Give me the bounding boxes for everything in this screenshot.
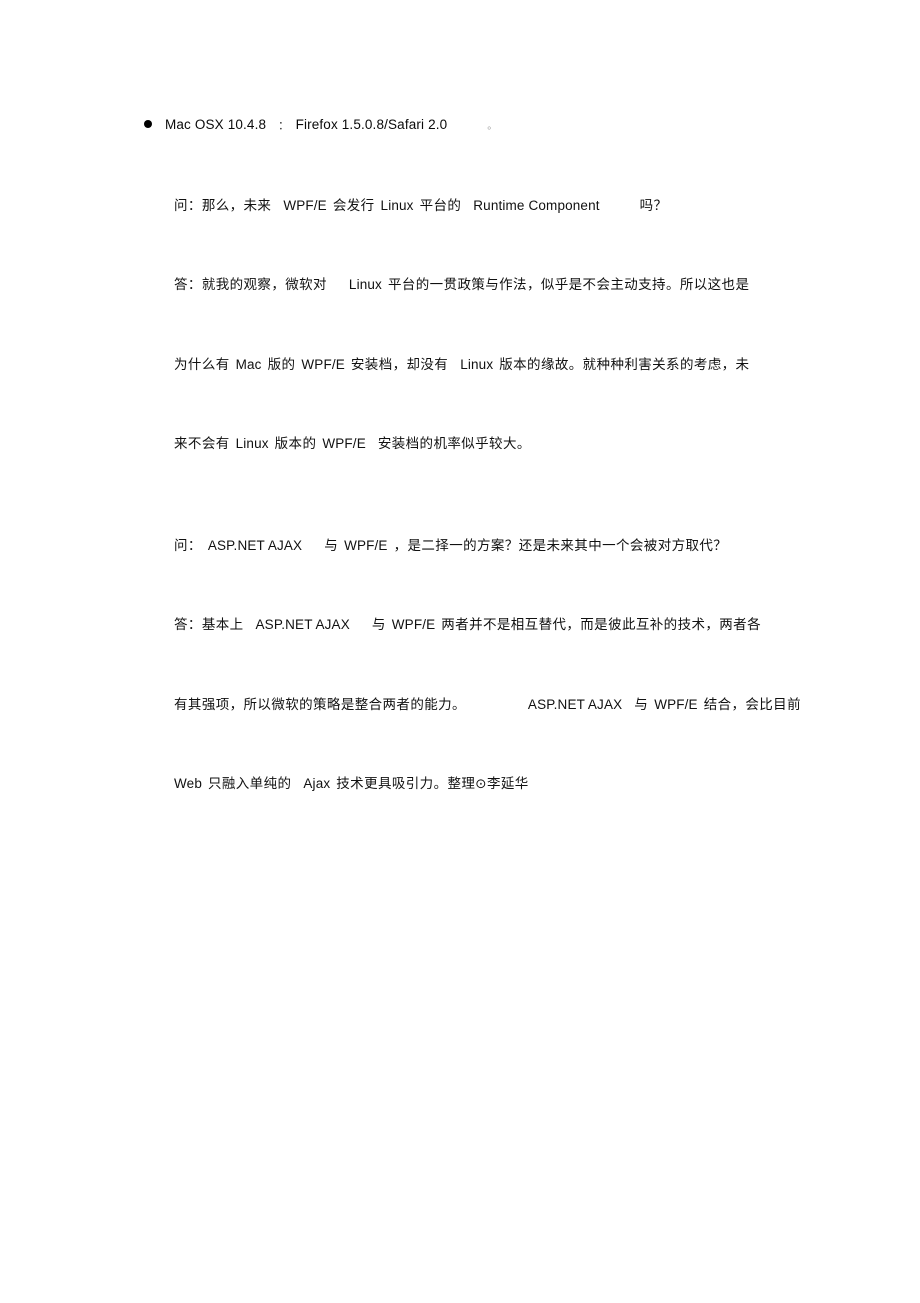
qa-block-2: 问： ASP.NET AJAX 与 WPF/E ，是二择一的方案？还是未来其中一个会被对… [144, 506, 801, 825]
answer-text-segment: 与 [371, 617, 386, 633]
answer-text-segment: 答：就我的观察，微软对 [174, 277, 327, 293]
answer-text-segment: 安装档，却没有 [350, 356, 449, 373]
term-wpfe: WPF/E [322, 436, 366, 451]
term-linux: Linux [235, 436, 269, 451]
qa-block-1: 问：那么，未来 WPF/E 会发行 Linux 平台的 Runtime Component… [144, 166, 784, 484]
answer-text-segment: 平台的一贯政策与作法，似乎是不会主动支持。所以这也是 [387, 277, 750, 293]
answer-line: 有其强项，所以微软的策略是整合两者的能力。 ASP.NET AJAX 与 WPF/E 结… [144, 665, 801, 745]
term-aspnet-ajax: ASP.NET AJAX [207, 537, 303, 553]
answer-text-segment: 与 [634, 696, 649, 713]
term-linux: Linux [460, 356, 494, 372]
answer-text-segment: 只融入单纯的 [207, 776, 292, 792]
answer-text-segment: 为什么有 [174, 356, 230, 373]
answer-text-segment: 有其强项，所以微软的策略是整合两者的能力。 [174, 696, 466, 713]
question-line: 问： ASP.NET AJAX 与 WPF/E ，是二择一的方案？还是未来其中一个会被对… [144, 506, 784, 586]
term-runtime-component: Runtime Component [473, 197, 600, 213]
answer-text-segment: 版的 [267, 356, 296, 373]
question-text-segment: 平台的 [419, 197, 462, 214]
answer-text-segment: 版本的 [274, 436, 317, 452]
bullet-disc-icon [144, 120, 152, 128]
question-text-segment: 会发行 [332, 197, 375, 214]
term-wpfe: WPF/E [301, 356, 345, 372]
term-mac: Mac [235, 356, 262, 372]
answer-line: 答：基本上 ASP.NET AJAX 与 WPF/E 两者并不是相互替代，而是彼此互补的… [144, 586, 784, 666]
term-linux: Linux [380, 197, 414, 213]
document-content: Mac OSX 10.4.8 ： Firefox 1.5.0.8/Safari … [144, 112, 801, 846]
answer-text-segment: 来不会有 [174, 436, 230, 452]
answer-attribution: 技术更具吸引力。整理⊙李延华 [336, 776, 529, 792]
question-prefix: 问： [174, 537, 202, 554]
bullet-browsers-text: Firefox 1.5.0.8/Safari 2.0 [295, 117, 448, 132]
question-text-segment: 那么，未来 [201, 197, 272, 214]
bullet-trailing-period: 。 [487, 121, 498, 132]
answer-text-segment: 两者并不是相互替代，而是彼此互补的技术，两者各 [441, 617, 761, 633]
term-wpfe: WPF/E [391, 617, 436, 632]
term-aspnet-ajax: ASP.NET AJAX [255, 617, 350, 632]
term-wpfe: WPF/E [654, 696, 698, 712]
document-page: Mac OSX 10.4.8 ： Firefox 1.5.0.8/Safari … [0, 0, 920, 1303]
answer-line: 为什么有 Mac 版的 WPF/E 安装档，却没有 Linux 版本的缘故。就种种利害关系的… [144, 325, 784, 405]
question-text-segment: 与 [324, 537, 339, 554]
term-web: Web [174, 776, 202, 791]
term-aspnet-ajax: ASP.NET AJAX [527, 696, 623, 712]
bullet-platform-text: Mac OSX 10.4.8 [165, 117, 267, 132]
question-line: 问：那么，未来 WPF/E 会发行 Linux 平台的 Runtime Component… [144, 166, 784, 246]
answer-line: 答：就我的观察，微软对 Linux 平台的一贯政策与作法，似乎是不会主动支持。所以这… [144, 246, 784, 326]
answer-line: 来不会有 Linux 版本的 WPF/E 安装档的机率似乎较大。 [144, 405, 784, 485]
term-wpfe: WPF/E [344, 537, 388, 553]
question-text-segment: 吗？ [639, 197, 668, 214]
answer-line: Web 只融入单纯的 Ajax 技术更具吸引力。整理⊙李延华 [144, 745, 784, 825]
answer-text-segment: 答：基本上 [174, 617, 244, 633]
term-wpfe: WPF/E [283, 197, 327, 213]
term-linux: Linux [348, 277, 382, 292]
answer-text-segment: 安装档的机率似乎较大。 [377, 436, 531, 452]
bullet-separator: ： [278, 119, 290, 132]
answer-text-segment: 结合，会比目前 [703, 696, 801, 713]
term-ajax: Ajax [303, 776, 331, 791]
answer-text-segment: 版本的缘故。就种种利害关系的考虑，未 [499, 356, 750, 373]
bullet-list-item: Mac OSX 10.4.8 ： Firefox 1.5.0.8/Safari … [144, 112, 784, 140]
question-text-segment: ，是二择一的方案？还是未来其中一个会被对方取代？ [393, 537, 728, 554]
question-prefix: 问： [174, 197, 202, 214]
